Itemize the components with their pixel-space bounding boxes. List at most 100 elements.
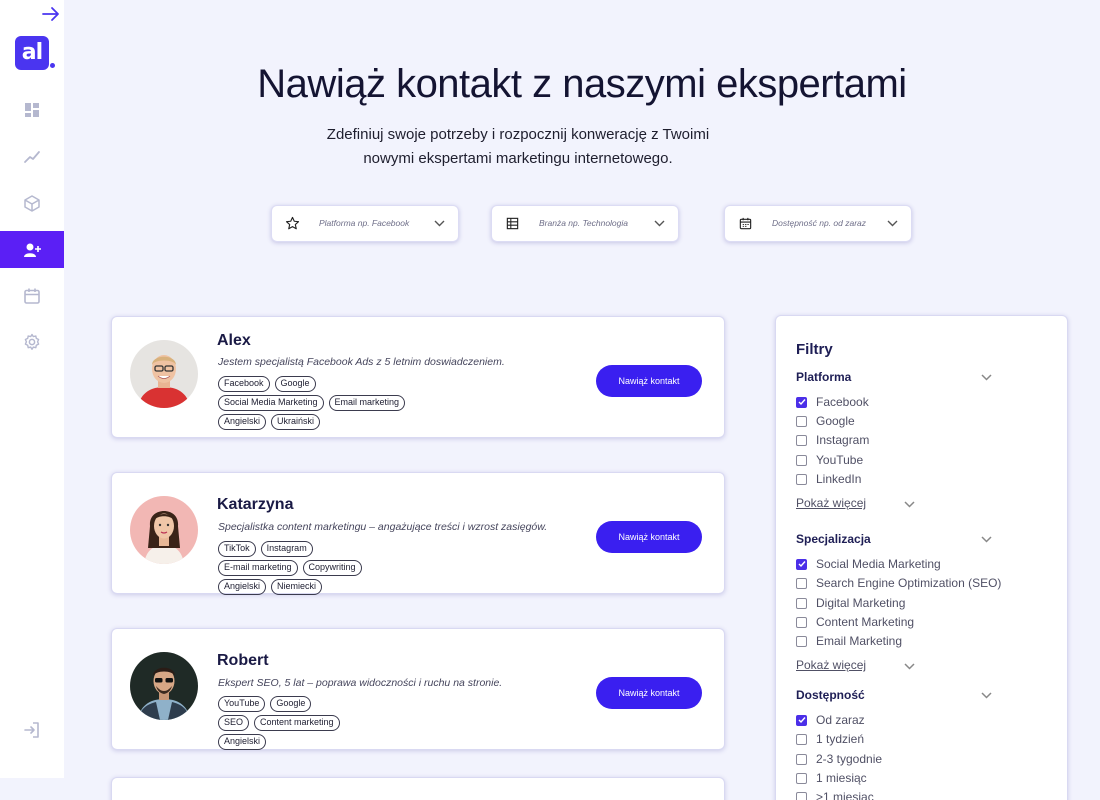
table-icon <box>506 217 519 230</box>
checkbox[interactable] <box>796 791 807 800</box>
sidebar-item-products[interactable] <box>0 184 64 221</box>
expert-description: Ekspert SEO, 5 lat – poprawa widoczności… <box>218 677 503 689</box>
chevron-down-icon[interactable] <box>981 692 992 699</box>
filter-option[interactable]: Social Media Marketing <box>796 557 941 571</box>
filter-option[interactable]: Search Engine Optimization (SEO) <box>796 576 1001 590</box>
chevron-down-icon[interactable] <box>904 501 915 508</box>
filter-option-label: Facebook <box>816 395 869 409</box>
show-more-link[interactable]: Pokaż więcej <box>796 496 866 510</box>
sidebar-item-dashboard[interactable] <box>0 91 64 128</box>
tag: Niemiecki <box>271 579 323 595</box>
expert-card: Robert Ekspert SEO, 5 lat – poprawa wido… <box>111 628 725 750</box>
filter-option[interactable]: Instagram <box>796 433 869 447</box>
filter-section-title[interactable]: Platforma <box>796 370 851 384</box>
filter-section-title[interactable]: Specjalizacja <box>796 532 871 546</box>
checkbox[interactable] <box>796 597 807 609</box>
chevron-down-icon <box>654 220 665 227</box>
filter-option-label: Google <box>816 414 855 428</box>
filter-option-label: YouTube <box>816 453 864 467</box>
checkbox[interactable] <box>796 415 807 427</box>
filter-option[interactable]: Od zaraz <box>796 713 865 727</box>
tag: Facebook <box>218 376 270 392</box>
filter-option-label: Od zaraz <box>816 713 865 727</box>
filter-option[interactable]: YouTube <box>796 453 863 467</box>
expert-description: Specjalistka content marketingu – angażu… <box>218 521 548 533</box>
contact-button[interactable]: Nawiąż kontakt <box>596 521 702 553</box>
filter-option-label: Content Marketing <box>816 615 915 629</box>
tag: Instagram <box>260 541 313 557</box>
checkbox[interactable] <box>796 772 807 784</box>
checkbox[interactable] <box>796 616 807 628</box>
checkbox[interactable] <box>796 577 807 589</box>
industry-dropdown[interactable]: Branża np. Technologia <box>491 205 679 242</box>
tag-list: YouTube Google SEO Content marketing Ang… <box>218 696 598 753</box>
tag: Angielski <box>218 734 267 750</box>
filter-option[interactable]: Email Marketing <box>796 634 902 648</box>
tag: Content marketing <box>254 715 340 731</box>
tag: Angielski <box>218 579 267 595</box>
industry-dropdown-placeholder: Branża np. Technologia <box>539 218 629 228</box>
chevron-down-icon <box>887 220 898 227</box>
filter-option[interactable]: LinkedIn <box>796 472 861 486</box>
tag-list: Facebook Google Social Media Marketing E… <box>218 376 598 433</box>
sidebar-item-stats[interactable] <box>0 138 64 175</box>
tag: TikTok <box>218 541 256 557</box>
filter-option[interactable]: 2-3 tygodnie <box>796 752 882 766</box>
filter-option[interactable]: Content Marketing <box>796 615 914 629</box>
filter-option[interactable]: >1 miesiąc <box>796 790 874 800</box>
sidebar-item-experts[interactable] <box>0 231 64 268</box>
avatar <box>130 652 198 720</box>
checkbox[interactable] <box>796 635 807 647</box>
chevron-down-icon[interactable] <box>981 374 992 381</box>
chevron-down-icon[interactable] <box>981 536 992 543</box>
sidebar-item-logout[interactable] <box>0 711 64 748</box>
tag: Social Media Marketing <box>218 395 324 411</box>
filter-option[interactable]: Facebook <box>796 395 869 409</box>
expert-name: Robert <box>217 652 269 669</box>
checkbox[interactable] <box>796 434 807 446</box>
filter-option[interactable]: 1 tydzień <box>796 732 864 746</box>
checkbox[interactable] <box>796 558 807 570</box>
tag: Copywriting <box>302 560 362 576</box>
platform-dropdown-placeholder: Platforma np. Facebook <box>319 218 410 228</box>
box-icon <box>24 194 40 212</box>
filter-section-title[interactable]: Dostępność <box>796 688 865 702</box>
sidebar: al <box>0 0 64 778</box>
sidebar-item-settings[interactable] <box>0 323 64 360</box>
checkbox[interactable] <box>796 396 807 408</box>
filters-title: Filtry <box>796 341 833 358</box>
filter-option[interactable]: Digital Marketing <box>796 596 905 610</box>
checkbox[interactable] <box>796 753 807 765</box>
logo[interactable]: al <box>15 36 49 70</box>
filter-option-label: Instagram <box>816 433 870 447</box>
filter-option[interactable]: 1 miesiąc <box>796 771 867 785</box>
filter-option-label: 2-3 tygodnie <box>816 752 883 766</box>
contact-button[interactable]: Nawiąż kontakt <box>596 365 702 397</box>
chevron-down-icon[interactable] <box>904 663 915 670</box>
availability-dropdown[interactable]: Dostępność np. od zaraz <box>724 205 912 242</box>
filter-option-label: 1 tydzień <box>816 732 865 746</box>
expert-card: Alex Jestem specjalistą Facebook Ads z 5… <box>111 316 725 438</box>
tag: Email marketing <box>328 395 406 411</box>
filter-option[interactable]: Google <box>796 414 855 428</box>
filter-option-label: Digital Marketing <box>816 596 906 610</box>
calendar-icon <box>24 288 40 304</box>
checkbox[interactable] <box>796 733 807 745</box>
checkbox[interactable] <box>796 454 807 466</box>
calendar-icon <box>739 217 752 230</box>
checkbox[interactable] <box>796 714 807 726</box>
sidebar-item-calendar[interactable] <box>0 277 64 314</box>
tag: E-mail marketing <box>218 560 298 576</box>
show-more-link[interactable]: Pokaż więcej <box>796 658 866 672</box>
filter-option-label: Email Marketing <box>816 634 903 648</box>
platform-dropdown[interactable]: Platforma np. Facebook <box>271 205 459 242</box>
avatar <box>130 340 198 408</box>
contact-button[interactable]: Nawiąż kontakt <box>596 677 702 709</box>
checkbox[interactable] <box>796 473 807 485</box>
logo-text: al <box>21 40 43 65</box>
avatar <box>130 496 198 564</box>
arrow-right-icon[interactable] <box>41 5 61 23</box>
tag-list: TikTok Instagram E-mail marketing Copywr… <box>218 541 598 598</box>
filter-option-label: Search Engine Optimization (SEO) <box>816 576 1002 590</box>
dashboard-icon <box>25 102 39 117</box>
